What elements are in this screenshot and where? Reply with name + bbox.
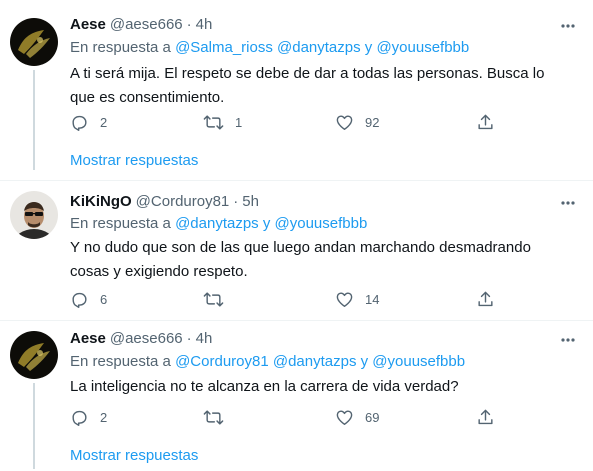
reply-icon	[70, 290, 89, 309]
reply-icon	[70, 113, 89, 132]
mentioned-users[interactable]: @danytazps y @youusefbbb	[175, 215, 367, 232]
reply-prefix: En respuesta a	[70, 39, 171, 56]
tweet[interactable]: Aese @aese666 · 4h En respuesta a @Salma…	[0, 0, 593, 180]
like-icon	[335, 408, 354, 427]
user-handle[interactable]: @aese666	[110, 330, 183, 347]
reply-icon	[70, 408, 89, 427]
reply-count: 6	[100, 291, 108, 307]
tweet-header: Aese @aese666 · 4h	[70, 330, 212, 350]
thread-line	[33, 383, 35, 469]
retweet-button[interactable]	[203, 407, 235, 427]
share-icon	[476, 408, 495, 427]
retweet-icon	[203, 290, 224, 309]
like-count: 92	[365, 114, 380, 130]
timestamp[interactable]: 5h	[242, 193, 259, 210]
like-count: 14	[365, 291, 380, 307]
tweet-header: Aese @aese666 · 4h	[70, 16, 212, 36]
like-icon	[335, 290, 354, 309]
reply-button[interactable]: 2	[70, 407, 107, 427]
retweet-count: 1	[235, 114, 243, 130]
retweet-button[interactable]: 1	[203, 112, 242, 132]
like-button[interactable]: 92	[335, 112, 379, 132]
separator-dot: ·	[186, 330, 192, 347]
display-name[interactable]: Aese	[70, 16, 106, 33]
reply-context: En respuesta a @Corduroy81 @danytazps y …	[70, 353, 465, 370]
show-replies-link[interactable]: Mostrar respuestas	[70, 447, 198, 464]
reply-count: 2	[100, 114, 108, 130]
retweet-icon	[203, 113, 224, 132]
mentioned-users[interactable]: @Salma_rioss @danytazps y @youusefbbb	[175, 39, 469, 56]
like-button[interactable]: 69	[335, 407, 379, 427]
reply-button[interactable]: 2	[70, 112, 107, 132]
tweet-text: A ti será mija. El respeto se debe de da…	[70, 65, 545, 106]
like-count: 69	[365, 409, 380, 425]
avatar[interactable]	[10, 191, 58, 239]
avatar[interactable]	[10, 331, 58, 379]
tweet[interactable]: KiKiNgO @Corduroy81 · 5h En respuesta a …	[0, 181, 593, 321]
retweet-button[interactable]	[203, 289, 235, 309]
tweet-text: La inteligencia no te alcanza en la carr…	[70, 378, 459, 395]
timestamp[interactable]: 4h	[196, 16, 213, 33]
share-icon	[476, 113, 495, 132]
tweet-text: Y no dudo que son de las que luego andan…	[70, 239, 531, 280]
share-button[interactable]	[476, 112, 495, 132]
share-button[interactable]	[476, 407, 495, 427]
reply-prefix: En respuesta a	[70, 353, 171, 370]
reply-context: En respuesta a @danytazps y @youusefbbb	[70, 215, 367, 232]
separator-dot: ·	[233, 193, 239, 210]
reply-button[interactable]: 6	[70, 289, 107, 309]
mentioned-users[interactable]: @Corduroy81 @danytazps y @youusefbbb	[175, 353, 465, 370]
thread-line	[33, 70, 35, 170]
tweet-header: KiKiNgO @Corduroy81 · 5h	[70, 193, 259, 213]
more-icon[interactable]	[560, 18, 576, 34]
share-button[interactable]	[476, 289, 495, 309]
action-bar: 6 14	[70, 289, 570, 309]
separator-dot: ·	[186, 16, 192, 33]
reply-context: En respuesta a @Salma_rioss @danytazps y…	[70, 39, 469, 56]
display-name[interactable]: Aese	[70, 330, 106, 347]
display-name[interactable]: KiKiNgO	[70, 193, 132, 210]
user-handle[interactable]: @Corduroy81	[136, 193, 230, 210]
more-icon[interactable]	[560, 195, 576, 211]
reply-count: 2	[100, 409, 108, 425]
action-bar: 2 69	[70, 407, 570, 427]
avatar[interactable]	[10, 18, 58, 66]
show-replies-link[interactable]: Mostrar respuestas	[70, 152, 198, 169]
timestamp[interactable]: 4h	[196, 330, 213, 347]
like-icon	[335, 113, 354, 132]
tweet[interactable]: Aese @aese666 · 4h En respuesta a @Cordu…	[0, 321, 593, 471]
user-handle[interactable]: @aese666	[110, 16, 183, 33]
share-icon	[476, 290, 495, 309]
more-icon[interactable]	[560, 332, 576, 348]
retweet-icon	[203, 408, 224, 427]
action-bar: 2 1 92	[70, 112, 570, 132]
reply-prefix: En respuesta a	[70, 215, 171, 232]
like-button[interactable]: 14	[335, 289, 379, 309]
